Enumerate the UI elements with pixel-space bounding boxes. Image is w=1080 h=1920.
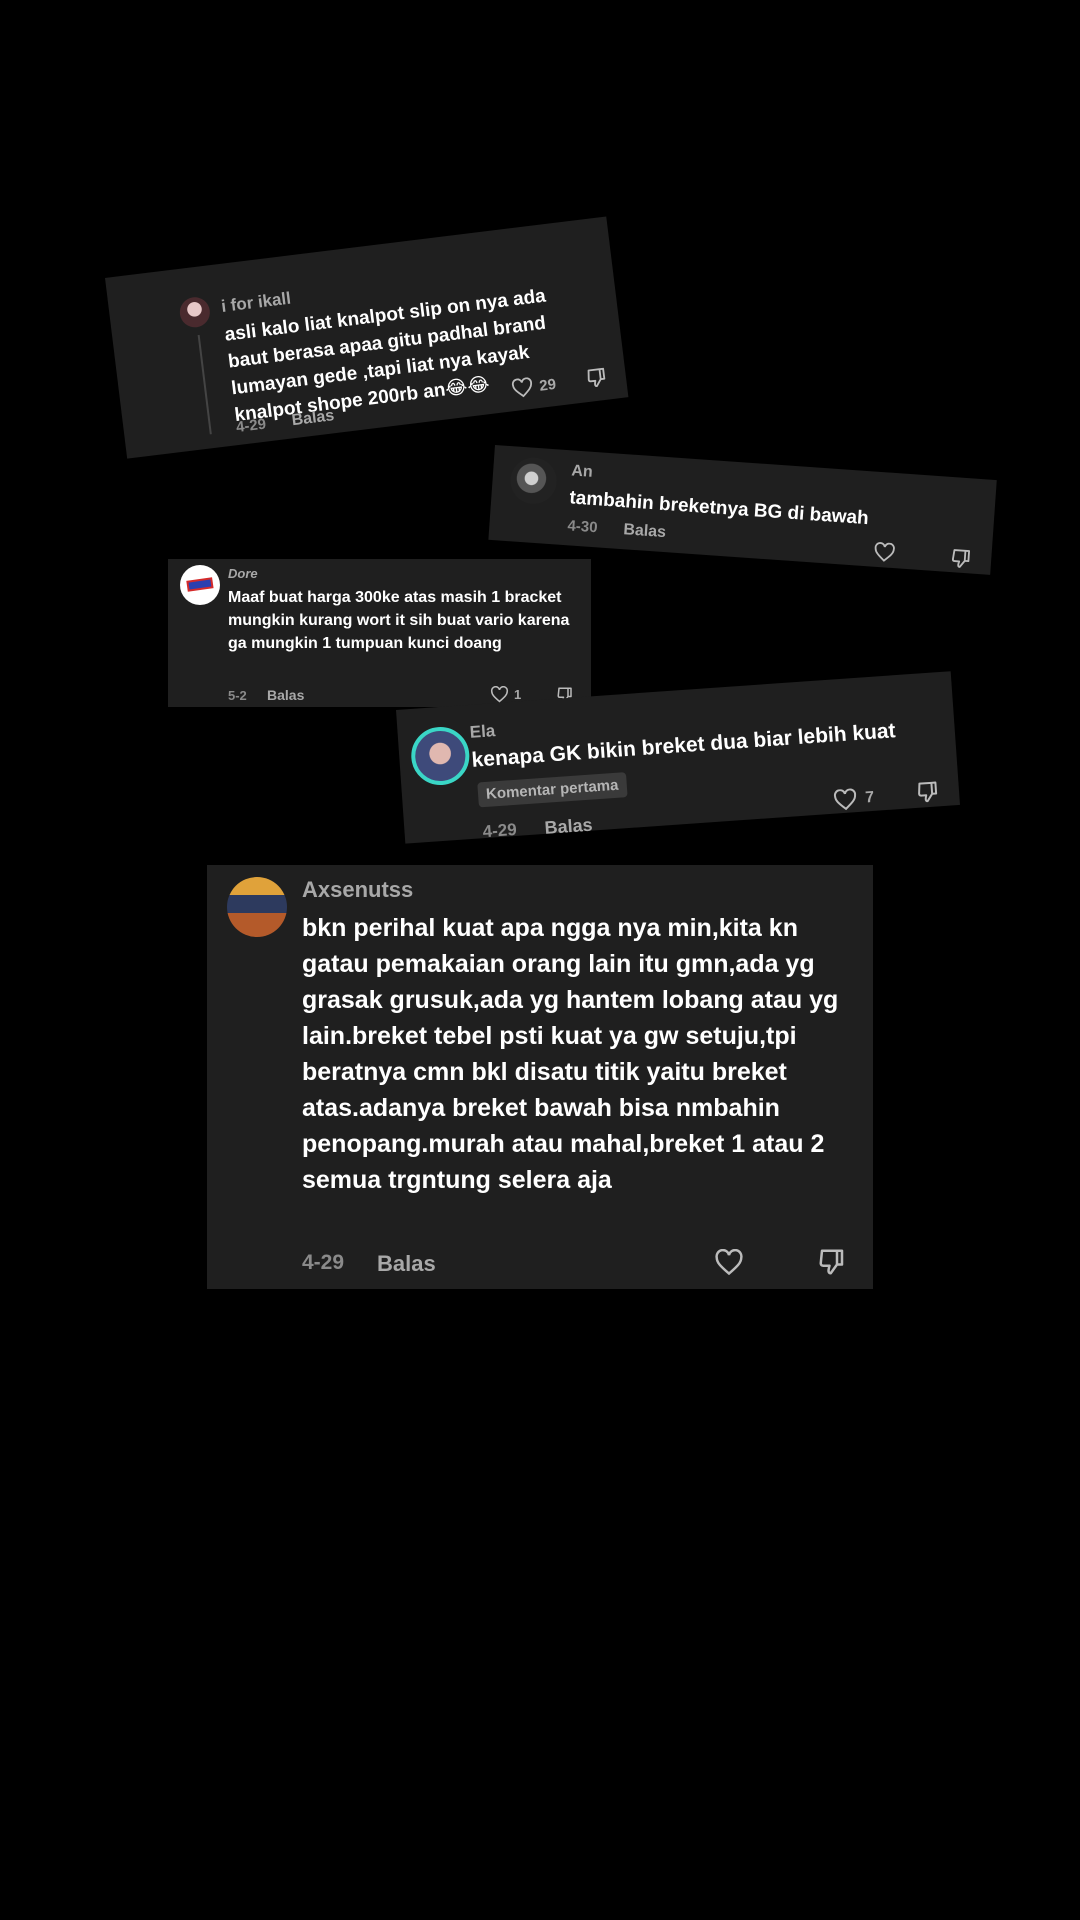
dislike-button[interactable]: [915, 779, 941, 805]
comment-date: 4-30: [566, 517, 599, 537]
like-count: 1: [514, 687, 522, 702]
avatar[interactable]: [180, 565, 220, 605]
heart-outline-icon: [833, 788, 858, 812]
dislike-button[interactable]: [817, 1247, 847, 1277]
heart-outline-icon: [510, 377, 534, 400]
comment-username[interactable]: An: [571, 462, 593, 481]
dislike-button[interactable]: [585, 366, 610, 391]
comment-card-3: Dore Maaf buat harga 300ke atas masih 1 …: [168, 559, 591, 707]
comment-card-5: Axsenutss bkn perihal kuat apa ngga nya …: [207, 865, 873, 1289]
comment-username[interactable]: Ela: [469, 721, 496, 743]
reply-button[interactable]: Balas: [544, 815, 593, 839]
first-comment-badge: Komentar pertama: [477, 772, 628, 808]
comment-card-1: i for ikall asli kalo liat knalpot slip …: [105, 216, 629, 459]
reply-button[interactable]: Balas: [377, 1251, 436, 1277]
heart-outline-icon: [873, 542, 896, 563]
like-button[interactable]: [714, 1249, 744, 1276]
like-button[interactable]: 7: [833, 787, 875, 812]
comment-date: 4-29: [235, 415, 268, 437]
dore-logo-icon: [186, 577, 214, 592]
reply-button[interactable]: Balas: [623, 521, 667, 542]
comment-date: 5-2: [228, 688, 247, 703]
comment-text: kenapa GK bikin breket dua biar lebih ku…: [470, 719, 897, 772]
comment-text: tambahin breketnya BG di bawah: [568, 487, 870, 530]
like-button[interactable]: 1: [490, 686, 521, 703]
reply-button[interactable]: Balas: [291, 407, 336, 430]
thread-line: [197, 334, 212, 435]
avatar[interactable]: [178, 295, 212, 330]
like-button[interactable]: 29: [510, 374, 557, 399]
avatar[interactable]: [409, 725, 472, 787]
comment-username[interactable]: i for ikall: [220, 289, 292, 317]
like-count: 7: [864, 788, 875, 807]
comment-card-2: An tambahin breketnya BG di bawah 4-30 B…: [488, 445, 997, 575]
comment-date: 4-29: [302, 1251, 345, 1274]
thumbs-down-outline-icon: [915, 779, 941, 805]
comment-date: 4-29: [482, 819, 518, 842]
dislike-button[interactable]: [949, 547, 972, 570]
avatar[interactable]: [227, 877, 287, 937]
reply-button[interactable]: Balas: [267, 687, 304, 703]
comment-text: bkn perihal kuat apa ngga nya min,kita k…: [302, 914, 839, 1194]
like-button[interactable]: [873, 542, 896, 563]
comment-username[interactable]: Axsenutss: [302, 877, 413, 903]
comment-username[interactable]: Dore: [228, 566, 258, 581]
thumbs-down-outline-icon: [585, 366, 610, 391]
heart-outline-icon: [714, 1249, 744, 1276]
comment-text: Maaf buat harga 300ke atas masih 1 brack…: [228, 589, 570, 652]
thumbs-down-outline-icon: [817, 1247, 847, 1277]
heart-outline-icon: [490, 686, 509, 703]
avatar[interactable]: [509, 456, 559, 506]
like-count: 29: [538, 375, 557, 395]
thumbs-down-outline-icon: [949, 547, 972, 570]
